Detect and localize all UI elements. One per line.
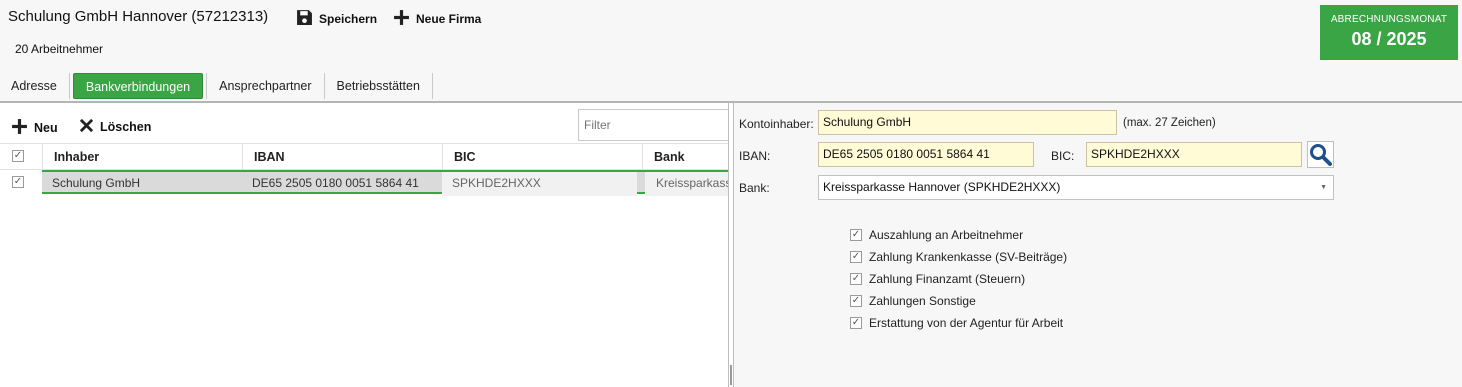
- kontoinhaber-label: Kontoinhaber:: [739, 117, 814, 131]
- kontoinhaber-field[interactable]: Schulung GmbH: [818, 110, 1117, 135]
- option-checkbox[interactable]: ✓: [850, 229, 862, 241]
- table-row[interactable]: ✓ Schulung GmbH DE65 2505 0180 0051 5864…: [0, 170, 730, 196]
- kontoinhaber-hint: (max. 27 Zeichen): [1123, 117, 1216, 129]
- delete-button[interactable]: Löschen: [79, 118, 151, 136]
- save-button[interactable]: Speichern: [296, 9, 377, 29]
- option-sonstige[interactable]: ✓ Zahlungen Sonstige: [850, 294, 976, 308]
- bic-search-button[interactable]: [1307, 141, 1334, 168]
- tab-ansprechpartner[interactable]: Ansprechpartner: [206, 73, 325, 99]
- save-label: Speichern: [319, 12, 378, 26]
- bank-select-value: Kreissparkasse Hannover (SPKHDE2HXXX): [823, 180, 1061, 194]
- option-checkbox[interactable]: ✓: [850, 251, 862, 263]
- option-label: Erstattung von der Agentur für Arbeit: [869, 316, 1064, 330]
- option-finanzamt[interactable]: ✓ Zahlung Finanzamt (Steuern): [850, 272, 1025, 286]
- new-label: Neu: [34, 121, 58, 135]
- billing-month-badge: ABRECHNUNGSMONAT 08 / 2025: [1320, 5, 1458, 60]
- option-label: Zahlung Finanzamt (Steuern): [869, 272, 1026, 286]
- row-selection: Schulung GmbH DE65 2505 0180 0051 5864 4…: [42, 170, 730, 196]
- new-company-label: Neue Firma: [416, 12, 482, 26]
- column-header-bank[interactable]: Bank: [642, 144, 730, 171]
- chevron-down-icon: ▼: [1320, 184, 1327, 191]
- column-header-inhaber[interactable]: Inhaber: [42, 144, 242, 171]
- select-all-checkbox[interactable]: ✓: [12, 150, 24, 162]
- option-agentur[interactable]: ✓ Erstattung von der Agentur für Arbeit: [850, 316, 1063, 330]
- column-header-iban[interactable]: IBAN: [242, 144, 442, 171]
- column-header-bic[interactable]: BIC: [442, 144, 642, 171]
- plus-icon: [393, 9, 410, 29]
- delete-label: Löschen: [100, 120, 152, 134]
- option-checkbox[interactable]: ✓: [850, 273, 862, 285]
- iban-label: IBAN:: [739, 149, 771, 163]
- option-krankenkasse[interactable]: ✓ Zahlung Krankenkasse (SV-Beiträge): [850, 250, 1067, 264]
- close-icon: [79, 118, 94, 136]
- billing-month-label: ABRECHNUNGSMONAT: [1330, 14, 1448, 25]
- splitter-grip[interactable]: [730, 365, 732, 385]
- option-label: Zahlung Krankenkasse (SV-Beiträge): [869, 250, 1068, 264]
- new-company-button[interactable]: Neue Firma: [393, 9, 481, 29]
- search-icon: [1308, 144, 1333, 170]
- row-checkbox[interactable]: ✓: [12, 176, 24, 188]
- option-checkbox[interactable]: ✓: [850, 317, 862, 329]
- bank-label: Bank:: [739, 181, 770, 195]
- tab-adresse[interactable]: Adresse: [0, 73, 70, 99]
- new-button[interactable]: Neu: [11, 118, 58, 138]
- cell-bank: Kreissparkasse: [645, 172, 730, 196]
- bic-label: BIC:: [1051, 149, 1075, 163]
- tab-bar: Adresse Bankverbindungen Ansprechpartner…: [0, 73, 433, 99]
- tab-betriebsstaetten[interactable]: Betriebsstätten: [325, 73, 433, 99]
- tab-bankverbindungen[interactable]: Bankverbindungen: [72, 73, 204, 99]
- bank-list-panel: Neu Löschen ✓ Inhaber IBAN BIC Bank ✓ Sc…: [0, 103, 730, 387]
- page-title: Schulung GmbH Hannover (57212313): [8, 8, 269, 25]
- option-checkbox[interactable]: ✓: [850, 295, 862, 307]
- floppy-disk-icon: [296, 9, 313, 29]
- cell-inhaber: Schulung GmbH: [52, 176, 141, 190]
- plus-icon: [11, 118, 28, 138]
- table-header: ✓ Inhaber IBAN BIC Bank: [0, 143, 730, 171]
- billing-month-value: 08 / 2025: [1351, 29, 1427, 49]
- filter-input[interactable]: [578, 109, 729, 141]
- bic-field[interactable]: SPKHDE2HXXX: [1086, 142, 1302, 167]
- option-label: Zahlungen Sonstige: [869, 294, 976, 308]
- panel-splitter[interactable]: [728, 103, 734, 387]
- bank-select[interactable]: Kreissparkasse Hannover (SPKHDE2HXXX) ▼: [818, 175, 1334, 200]
- iban-field[interactable]: DE65 2505 0180 0051 5864 41: [818, 142, 1034, 167]
- cell-bic: SPKHDE2HXXX: [442, 172, 637, 196]
- option-auszahlung[interactable]: ✓ Auszahlung an Arbeitnehmer: [850, 228, 1023, 242]
- option-label: Auszahlung an Arbeitnehmer: [869, 228, 1024, 242]
- cell-iban: DE65 2505 0180 0051 5864 41: [252, 176, 419, 190]
- employee-count: 20 Arbeitnehmer: [15, 42, 104, 56]
